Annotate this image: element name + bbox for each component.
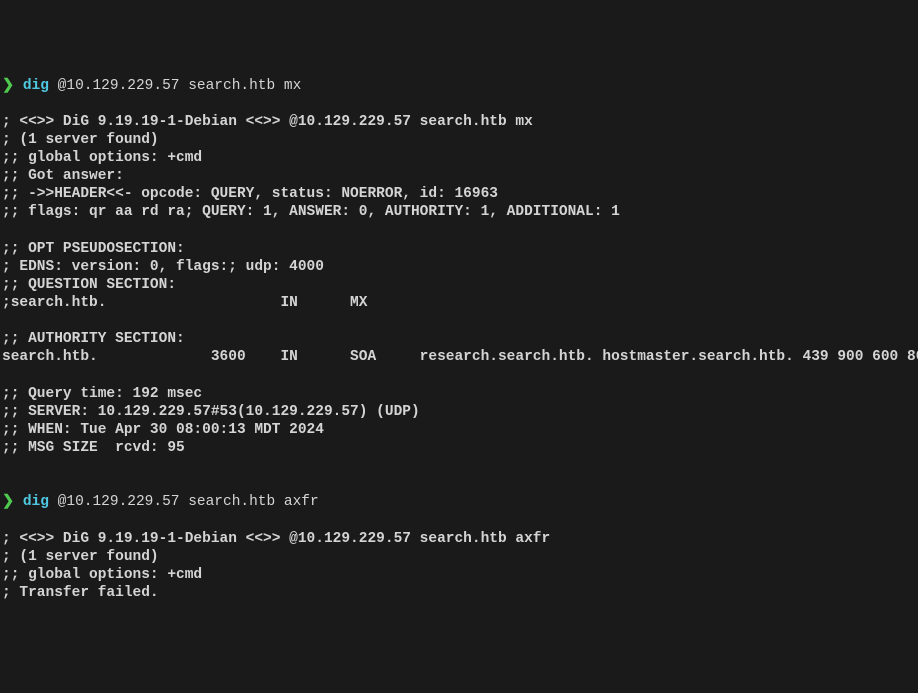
command-name: dig — [23, 78, 49, 94]
prompt-symbol: ❯ — [2, 78, 14, 94]
output-line: ;; SERVER: 10.129.229.57#53(10.129.229.5… — [2, 404, 420, 420]
output-line: ;; global options: +cmd — [2, 150, 202, 166]
command-args: @10.129.229.57 search.htb mx — [58, 78, 302, 94]
output-line: ; (1 server found) — [2, 549, 159, 565]
output-line: ;; Query time: 192 msec — [2, 386, 202, 402]
terminal-output: ❯ dig @10.129.229.57 search.htb mx ; <<>… — [2, 77, 916, 603]
output-line: ;search.htb. IN MX — [2, 295, 367, 311]
output-line: ; <<>> DiG 9.19.19-1-Debian <<>> @10.129… — [2, 531, 550, 547]
output-line: ; (1 server found) — [2, 132, 159, 148]
output-line: ;; global options: +cmd — [2, 567, 202, 583]
output-line: ;; Got answer: — [2, 168, 124, 184]
output-line: ;; AUTHORITY SECTION: — [2, 331, 185, 347]
output-line: ;; flags: qr aa rd ra; QUERY: 1, ANSWER:… — [2, 204, 620, 220]
output-line: ; EDNS: version: 0, flags:; udp: 4000 — [2, 259, 324, 275]
command-name: dig — [23, 494, 49, 510]
output-line: ;; QUESTION SECTION: — [2, 277, 176, 293]
output-line: search.htb. 3600 IN SOA research.search.… — [2, 349, 918, 365]
output-line: ;; MSG SIZE rcvd: 95 — [2, 440, 185, 456]
prompt-line-2[interactable]: ❯ dig @10.129.229.57 search.htb axfr — [2, 494, 319, 510]
output-line: ;; OPT PSEUDOSECTION: — [2, 241, 185, 257]
output-line: ; Transfer failed. — [2, 585, 159, 601]
prompt-line-1[interactable]: ❯ dig @10.129.229.57 search.htb mx — [2, 78, 301, 94]
output-line: ;; WHEN: Tue Apr 30 08:00:13 MDT 2024 — [2, 422, 324, 438]
output-line: ;; ->>HEADER<<- opcode: QUERY, status: N… — [2, 186, 498, 202]
output-line: ; <<>> DiG 9.19.19-1-Debian <<>> @10.129… — [2, 114, 533, 130]
command-args: @10.129.229.57 search.htb axfr — [58, 494, 319, 510]
prompt-symbol: ❯ — [2, 494, 14, 510]
